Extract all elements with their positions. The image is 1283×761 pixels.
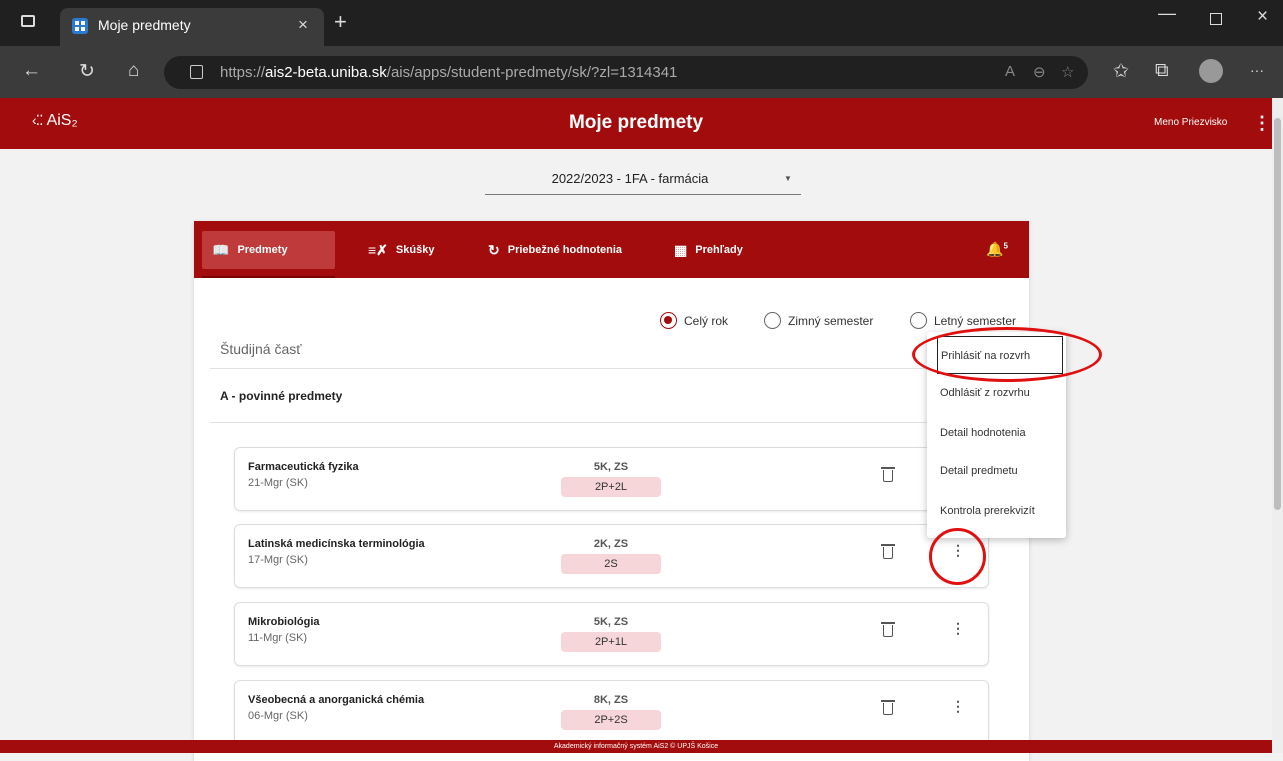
tab-actions-icon[interactable] bbox=[21, 15, 35, 27]
radio-circle bbox=[764, 312, 781, 329]
highlight-circle bbox=[929, 528, 986, 585]
browser-tab[interactable]: Moje predmety × bbox=[60, 8, 324, 46]
browser-tab-bar: Moje predmety × + — × bbox=[0, 0, 1283, 46]
home-icon[interactable]: ⌂ bbox=[128, 60, 139, 82]
tab-label: Predmety bbox=[237, 244, 288, 256]
subject-credits: 5K, ZS bbox=[593, 461, 629, 473]
page-scrollbar[interactable] bbox=[1272, 98, 1283, 753]
more-vertical-icon[interactable]: ⋮ bbox=[951, 699, 965, 713]
subject-code: 17-Mgr (SK) bbox=[248, 554, 308, 566]
subject-credits: 2K, ZS bbox=[593, 538, 629, 550]
tab-label: Priebežné hodnotenia bbox=[507, 244, 623, 256]
subjects-card: 📖 Predmety ≡✗ Skúšky ↻ Priebežné hodnotenia… bbox=[194, 221, 1029, 761]
trash-icon[interactable] bbox=[881, 700, 895, 715]
subject-code: 06-Mgr (SK) bbox=[248, 710, 308, 722]
study-year-select[interactable]: 2022/2023 - 1FA - farmácia ▼ bbox=[485, 168, 801, 195]
subject-credits: 5K, ZS bbox=[593, 616, 629, 628]
footer: Akademický informačný systém AiS2 © UPJŠ… bbox=[0, 740, 1272, 753]
divider bbox=[210, 368, 1000, 369]
radio-label: Celý rok bbox=[684, 313, 729, 328]
evaluation-cycle-icon: ↻ bbox=[488, 241, 500, 258]
subject-row[interactable]: Mikrobiológia 11-Mgr (SK) 5K, ZS 2P+1L ⋮ bbox=[234, 602, 989, 666]
subject-name: Farmaceutická fyzika bbox=[248, 461, 359, 473]
page-title: Moje predmety bbox=[568, 112, 704, 133]
trash-icon[interactable] bbox=[881, 622, 895, 637]
radio-circle bbox=[660, 312, 677, 329]
user-name[interactable]: Meno Priezvisko bbox=[1154, 117, 1227, 128]
refresh-icon[interactable]: ↻ bbox=[79, 60, 95, 83]
subject-row[interactable]: Latinská medicínska terminológia 17-Mgr … bbox=[234, 524, 989, 588]
divider bbox=[210, 422, 1000, 423]
radio-label: Letný semester bbox=[934, 313, 1017, 328]
radio-circle bbox=[910, 312, 927, 329]
subject-credits: 8K, ZS bbox=[593, 694, 629, 706]
trash-icon[interactable] bbox=[881, 467, 895, 482]
tab-prehlady[interactable]: ▦ Prehľady bbox=[664, 231, 753, 269]
highlight-oval bbox=[912, 327, 1102, 382]
profile-avatar-icon[interactable] bbox=[1199, 59, 1223, 83]
back-icon[interactable]: ← bbox=[22, 60, 41, 82]
tab-skusky[interactable]: ≡✗ Skúšky bbox=[358, 231, 444, 269]
collections-icon[interactable]: ⧉ bbox=[1155, 60, 1169, 82]
tab-bar: 📖 Predmety ≡✗ Skúšky ↻ Priebežné hodnotenia… bbox=[194, 221, 1029, 278]
subject-row[interactable]: Farmaceutická fyzika 21-Mgr (SK) 5K, ZS … bbox=[234, 447, 989, 511]
menu-item-detail-predmetu[interactable]: Detail predmetu bbox=[927, 452, 1066, 490]
chevron-down-icon: ▼ bbox=[784, 174, 792, 183]
exam-list-icon: ≡✗ bbox=[368, 241, 388, 258]
subject-code: 11-Mgr (SK) bbox=[248, 632, 308, 644]
subject-hours-badge: 2P+2S bbox=[561, 710, 661, 730]
more-vertical-icon[interactable]: ⋮ bbox=[951, 621, 965, 635]
radio-label: Zimný semester bbox=[788, 313, 874, 328]
address-bar: ← ↻ ⌂ https://ais2-beta.uniba.sk/ais/app… bbox=[0, 46, 1283, 98]
tab-label: Prehľady bbox=[695, 244, 743, 256]
book-icon: 📖 bbox=[212, 241, 230, 258]
active-tab-indicator bbox=[202, 276, 335, 278]
subject-row[interactable]: Všeobecná a anorganická chémia 06-Mgr (S… bbox=[234, 680, 989, 744]
lock-icon[interactable] bbox=[190, 65, 203, 79]
subject-name: Všeobecná a anorganická chémia bbox=[248, 694, 425, 706]
chart-icon: ▦ bbox=[674, 241, 688, 258]
radio-cely-rok[interactable]: Celý rok bbox=[660, 312, 728, 329]
trash-icon[interactable] bbox=[881, 544, 895, 559]
browser-menu-icon[interactable]: ··· bbox=[1250, 62, 1264, 78]
favorite-star-icon[interactable]: ☆ bbox=[1061, 63, 1074, 81]
tab-title: Moje predmety bbox=[98, 17, 191, 33]
window-close-button[interactable]: × bbox=[1257, 6, 1268, 28]
app-header: ‹⁚⁚ AiS₂ Moje predmety Meno Priezvisko ⋮ bbox=[0, 98, 1272, 149]
url-text: https://ais2-beta.uniba.sk/ais/apps/stud… bbox=[220, 64, 678, 81]
tab-priebezne-hodnotenia[interactable]: ↻ Priebežné hodnotenia bbox=[478, 231, 632, 269]
url-input[interactable]: https://ais2-beta.uniba.sk/ais/apps/stud… bbox=[164, 56, 1088, 89]
favorites-icon[interactable]: ✩ bbox=[1113, 60, 1129, 83]
window-minimize-button[interactable]: — bbox=[1158, 3, 1176, 24]
read-aloud-icon[interactable]: A bbox=[1005, 63, 1015, 80]
user-menu-icon[interactable]: ⋮ bbox=[1253, 113, 1271, 134]
window-maximize-button[interactable] bbox=[1210, 13, 1222, 25]
subject-code: 21-Mgr (SK) bbox=[248, 477, 308, 489]
subject-name: Latinská medicínska terminológia bbox=[248, 538, 425, 550]
radio-zimny-semester[interactable]: Zimný semester bbox=[764, 312, 873, 329]
notifications-bell-icon[interactable]: 🔔5 bbox=[986, 241, 1008, 258]
subject-name: Mikrobiológia bbox=[248, 616, 320, 628]
tab-label: Skúšky bbox=[395, 244, 435, 256]
new-tab-button[interactable]: + bbox=[334, 9, 347, 35]
menu-item-detail-hodnotenia[interactable]: Detail hodnotenia bbox=[927, 414, 1066, 452]
study-year-value: 2022/2023 - 1FA - farmácia bbox=[551, 171, 709, 186]
tab-predmety[interactable]: 📖 Predmety bbox=[202, 231, 335, 269]
scrollbar-thumb[interactable] bbox=[1274, 118, 1281, 510]
subject-hours-badge: 2P+2L bbox=[561, 477, 661, 497]
group-title: A - povinné predmety bbox=[220, 389, 343, 403]
favicon-icon bbox=[72, 18, 88, 34]
menu-item-kontrola-prerekvizit[interactable]: Kontrola prerekvizít bbox=[927, 492, 1066, 530]
zoom-icon[interactable]: ⊖ bbox=[1033, 63, 1046, 81]
notification-count: 5 bbox=[1003, 241, 1008, 251]
subject-hours-badge: 2S bbox=[561, 554, 661, 574]
tab-close-icon[interactable]: × bbox=[298, 15, 308, 35]
subject-hours-badge: 2P+1L bbox=[561, 632, 661, 652]
study-part-label: Študijná časť bbox=[220, 341, 302, 357]
